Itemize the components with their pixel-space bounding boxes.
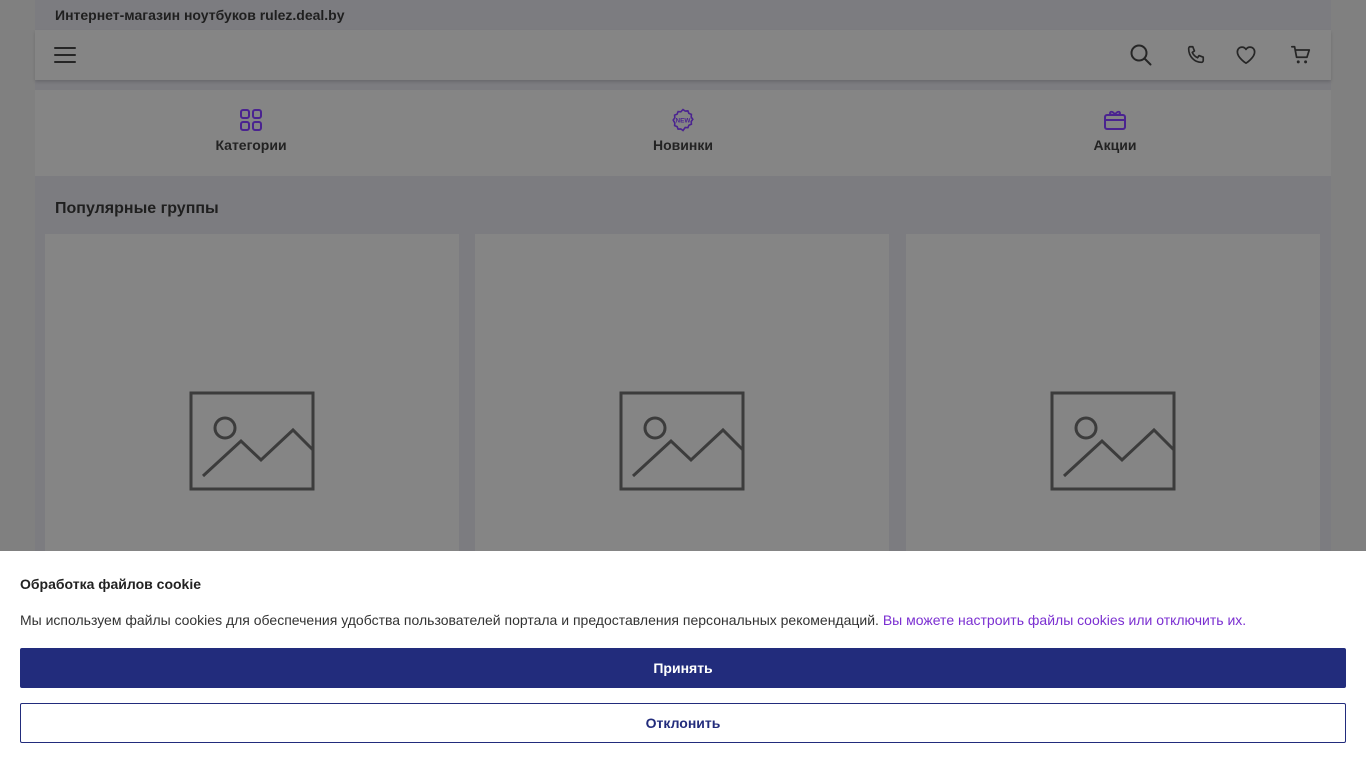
grid-icon [240, 109, 262, 131]
quicknav-categories[interactable]: Категории [151, 108, 351, 153]
new-badge-icon: NEW [672, 108, 694, 132]
image-placeholder-icon [619, 391, 745, 491]
accept-cookies-button[interactable]: Принять [20, 648, 1346, 688]
quicknav-sales[interactable]: Акции [1015, 108, 1215, 153]
search-icon[interactable] [1129, 43, 1153, 67]
heart-icon[interactable] [1234, 43, 1258, 67]
cookie-banner-title: Обработка файлов cookie [20, 576, 202, 592]
quicknav-new-label: Новинки [653, 137, 713, 153]
cart-icon[interactable] [1289, 43, 1313, 67]
popular-group-card[interactable] [906, 234, 1320, 564]
image-placeholder-icon [189, 391, 315, 491]
decline-cookies-button[interactable]: Отклонить [20, 703, 1346, 743]
quick-navigation: Категории NEW Новинки Акции [35, 90, 1331, 176]
top-navigation-bar [35, 30, 1331, 80]
cookie-banner-message: Мы используем файлы cookies для обеспече… [20, 612, 879, 628]
menu-icon[interactable] [53, 43, 77, 67]
quicknav-categories-label: Категории [215, 137, 287, 153]
image-placeholder-icon [1050, 391, 1176, 491]
new-badge-text: NEW [676, 118, 692, 125]
cookie-banner: Обработка файлов cookie Мы используем фа… [0, 551, 1366, 768]
phone-icon[interactable] [1184, 43, 1208, 67]
quicknav-new[interactable]: NEW Новинки [583, 108, 783, 153]
popular-group-card[interactable] [45, 234, 459, 564]
cookie-banner-text: Мы используем файлы cookies для обеспече… [20, 612, 1246, 628]
quicknav-sales-label: Акции [1093, 137, 1137, 153]
popular-groups-title: Популярные группы [55, 200, 219, 217]
gift-icon [1104, 110, 1126, 130]
popular-group-card[interactable] [475, 234, 889, 564]
cookie-settings-link[interactable]: Вы можете настроить файлы cookies или от… [883, 612, 1246, 628]
store-title: Интернет-магазин ноутбуков rulez.deal.by [55, 7, 345, 23]
